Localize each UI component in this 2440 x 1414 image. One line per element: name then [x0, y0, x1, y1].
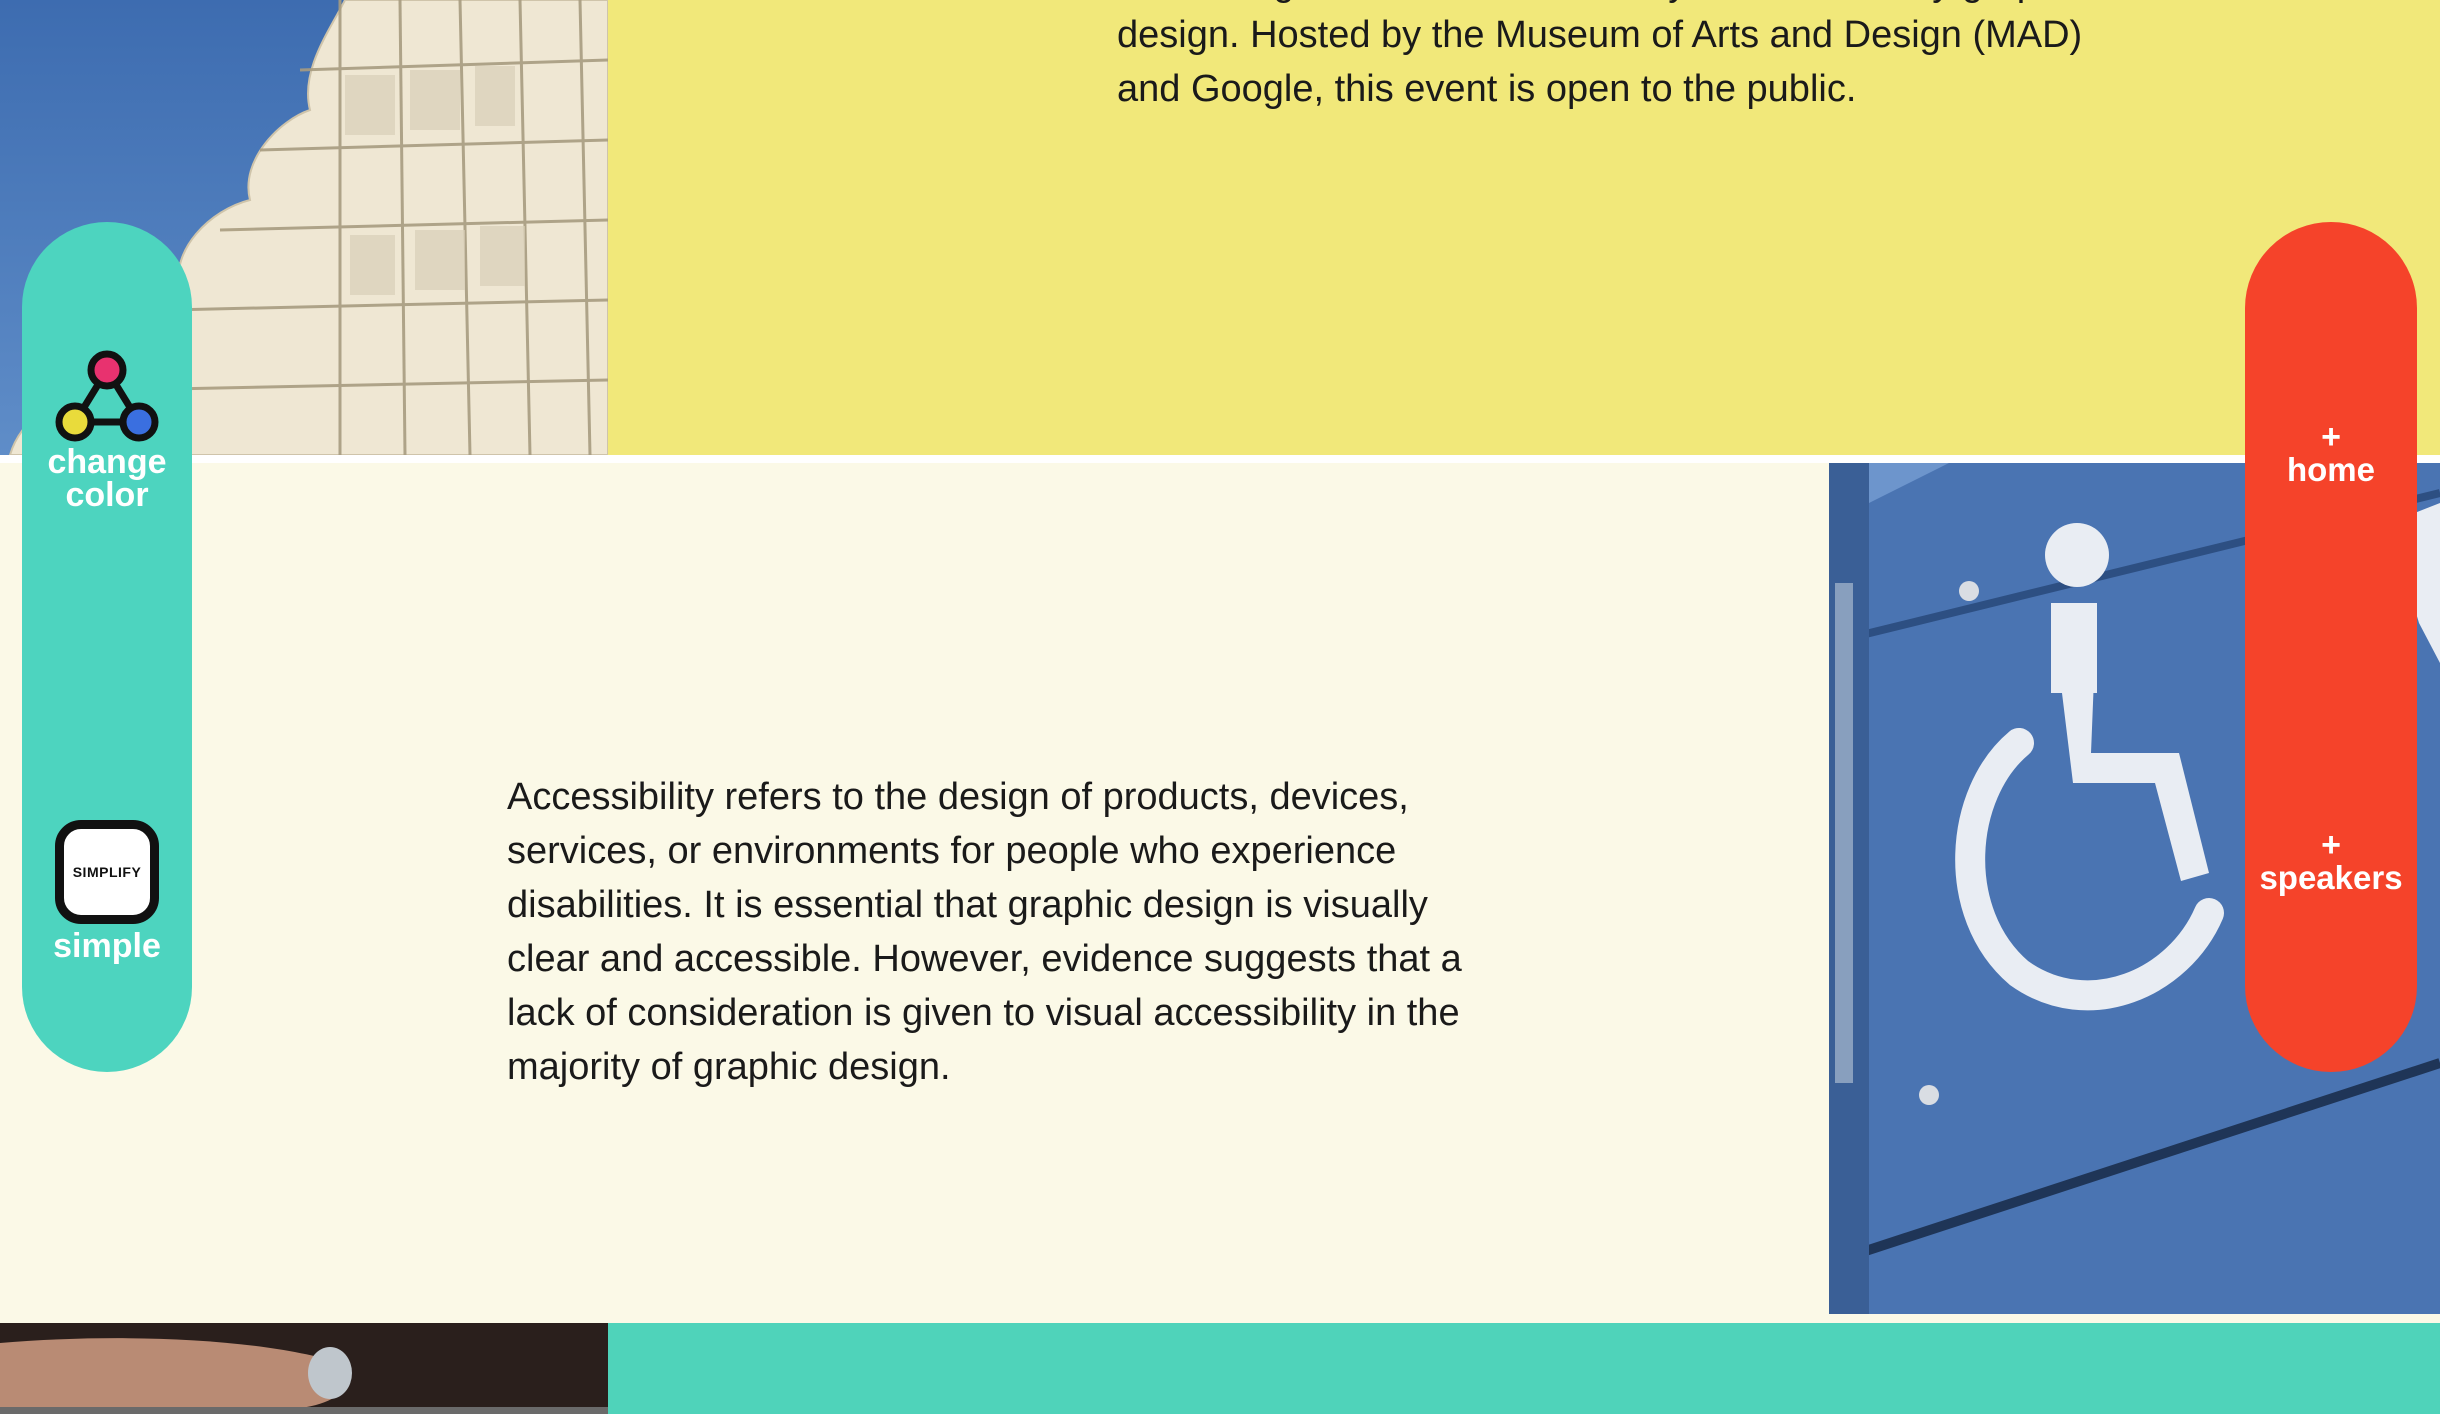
navigation-bar: + home + speakers: [2245, 222, 2417, 1072]
simplify-button[interactable]: SIMPLIFY simple: [22, 820, 192, 963]
about-line: lack of consideration is given to visual…: [507, 992, 1460, 1034]
change-color-label-2: color: [65, 476, 149, 514]
intro-paragraph: discussing the role of accessibility in …: [1117, 0, 2197, 116]
color-nodes-icon: [55, 350, 159, 442]
about-line: Accessibility refers to the design of pr…: [507, 776, 1409, 818]
nav-speakers-label: speakers: [2259, 859, 2403, 896]
hand-photo-art: [0, 1323, 608, 1414]
intro-line-1-clipped: discussing the role of accessibility in …: [1117, 0, 2197, 8]
about-line: disabilities. It is essential that graph…: [507, 884, 1428, 926]
nav-home-label: home: [2286, 451, 2375, 488]
change-color-button[interactable]: change color: [22, 350, 192, 512]
nav-home-link[interactable]: + home: [2245, 418, 2417, 488]
change-color-label: change: [47, 443, 167, 481]
about-line: services, or environments for people who…: [507, 830, 1397, 872]
hand-photo: [0, 1323, 608, 1414]
page: discussing the role of accessibility in …: [0, 0, 2440, 1414]
intro-line-2: design. Hosted by the Museum of Arts and…: [1117, 14, 2083, 56]
about-line: majority of graphic design.: [507, 1046, 951, 1088]
simplify-icon: SIMPLIFY: [55, 820, 159, 924]
teal-section: [608, 1323, 2440, 1414]
simplify-label: simple: [53, 927, 161, 965]
nav-speakers-link[interactable]: + speakers: [2245, 826, 2417, 896]
accessibility-paragraph: Accessibility refers to the design of pr…: [507, 770, 1527, 1094]
plus-icon: +: [2321, 418, 2341, 456]
intro-line-3: and Google, this event is open to the pu…: [1117, 68, 1857, 110]
plus-icon: +: [2321, 826, 2341, 864]
accessibility-tools-bar: change color SIMPLIFY simple: [22, 222, 192, 1072]
about-line: clear and accessible. However, evidence …: [507, 938, 1462, 980]
